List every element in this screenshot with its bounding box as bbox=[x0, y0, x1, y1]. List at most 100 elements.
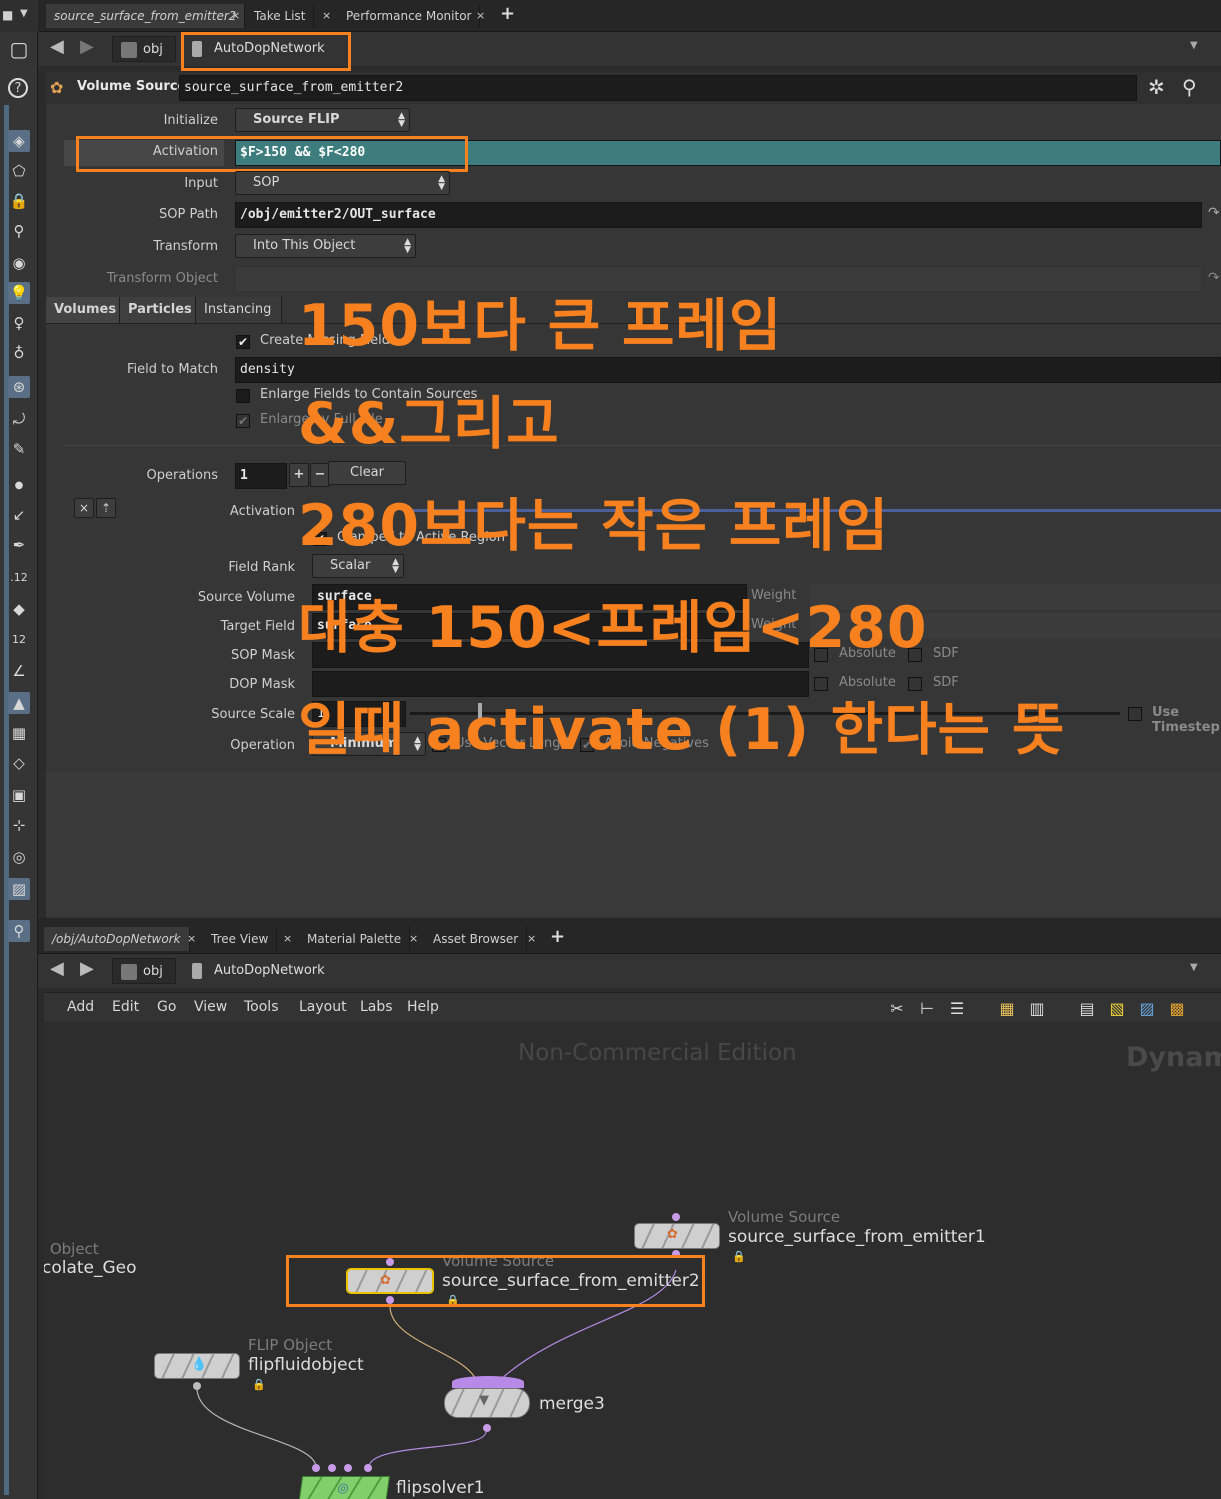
merge-input-bar[interactable] bbox=[452, 1376, 524, 1388]
close-icon[interactable]: × bbox=[283, 927, 292, 951]
input-connector[interactable] bbox=[328, 1464, 336, 1472]
tab-network[interactable]: /obj/AutoDopNetwork bbox=[44, 927, 190, 951]
tab-volumes[interactable]: Volumes bbox=[46, 297, 120, 323]
input-connector[interactable] bbox=[672, 1213, 680, 1221]
input-dropdown[interactable]: SOP ▲ ▼ bbox=[235, 171, 450, 195]
checker-icon[interactable]: ▦ bbox=[8, 722, 30, 744]
camera-icon[interactable]: ⊛ bbox=[8, 376, 30, 398]
snap-icon[interactable]: ⊹ bbox=[8, 814, 30, 836]
node-name-label[interactable]: source_surface_from_emitter1 bbox=[728, 1227, 986, 1247]
tab-performance-monitor[interactable]: Performance Monitor bbox=[338, 4, 481, 28]
paint-icon[interactable]: ✎ bbox=[8, 438, 30, 460]
network-editor[interactable]: Non-Commercial Edition Dynam : Object co… bbox=[44, 1022, 1221, 1499]
enlarge-fulltile-checkbox[interactable]: ✔ bbox=[236, 414, 250, 428]
sticky-note-icon[interactable]: ▧ bbox=[1105, 996, 1129, 1020]
menu-go[interactable]: Go bbox=[157, 993, 176, 1021]
op-chooser-icon[interactable]: ↷ bbox=[1208, 270, 1220, 286]
tree-icon[interactable]: ⊢ bbox=[915, 996, 939, 1020]
node-name-label[interactable]: flipsolver1 bbox=[396, 1478, 485, 1498]
enlarge-fields-checkbox[interactable] bbox=[236, 389, 250, 403]
path-dropdown-icon[interactable]: ▼ bbox=[1190, 40, 1198, 51]
list-icon[interactable]: ☰ bbox=[945, 996, 969, 1020]
grid-icon[interactable]: ▣ bbox=[8, 784, 30, 806]
input-connector[interactable] bbox=[344, 1464, 352, 1472]
tools-icon[interactable]: ✂ bbox=[885, 996, 909, 1020]
forward-arrow-icon[interactable]: ▶ bbox=[80, 36, 94, 57]
marker-icon[interactable]: ⚲ bbox=[8, 920, 30, 942]
rotate-icon[interactable]: ⤾ bbox=[8, 408, 30, 430]
node-name-label[interactable]: merge3 bbox=[539, 1394, 605, 1414]
op-chooser-icon[interactable]: ↷ bbox=[1208, 205, 1220, 221]
create-missing-checkbox[interactable]: ✔ bbox=[236, 335, 250, 349]
menu-tools[interactable]: Tools bbox=[244, 993, 279, 1021]
color-palette-icon[interactable]: ▦ bbox=[995, 996, 1019, 1020]
close-icon[interactable]: × bbox=[476, 4, 485, 28]
insert-instance-button[interactable]: ⇡ bbox=[96, 498, 116, 518]
menu-add[interactable]: Add bbox=[67, 993, 94, 1021]
box-icon[interactable]: ▩ bbox=[1165, 996, 1189, 1020]
close-icon[interactable]: × bbox=[231, 4, 240, 28]
menu-help[interactable]: Help bbox=[407, 993, 439, 1021]
menu-labs[interactable]: Labs bbox=[360, 993, 393, 1021]
back-arrow-icon[interactable]: ◀ bbox=[50, 36, 64, 57]
tab-asset-browser[interactable]: Asset Browser bbox=[425, 927, 528, 951]
breadcrumb-obj[interactable]: obj bbox=[112, 958, 176, 984]
light-icon[interactable]: 💡 bbox=[8, 282, 30, 304]
help-icon[interactable]: ? bbox=[8, 78, 28, 98]
brush-icon[interactable]: ↙ bbox=[8, 504, 30, 526]
network-box-icon[interactable]: ▤ bbox=[1075, 996, 1099, 1020]
lock-icon[interactable]: 🔒 bbox=[732, 1250, 746, 1263]
close-icon[interactable]: × bbox=[187, 927, 196, 951]
chevron-down-icon[interactable]: ▼ bbox=[20, 8, 28, 19]
emitter-icon[interactable]: ♁ bbox=[8, 342, 30, 364]
flip-object-node[interactable]: 💧 bbox=[154, 1353, 240, 1379]
tab-material-palette[interactable]: Material Palette bbox=[299, 927, 411, 951]
initialize-dropdown[interactable]: Source FLIP ▲ ▼ bbox=[235, 108, 410, 132]
breadcrumb-obj[interactable]: obj bbox=[112, 36, 176, 62]
circle-icon[interactable]: ◎ bbox=[8, 846, 30, 868]
angle-icon[interactable]: ∠ bbox=[8, 660, 30, 682]
use-timestep-checkbox[interactable] bbox=[1128, 707, 1142, 721]
node-name-field[interactable]: source_surface_from_emitter2 bbox=[179, 75, 1137, 101]
close-icon[interactable]: × bbox=[527, 927, 536, 951]
pin-icon[interactable]: ⚲ bbox=[8, 220, 30, 242]
bulb-icon[interactable]: ♀ bbox=[8, 312, 30, 334]
node-name-label[interactable]: flipfluidobject bbox=[248, 1355, 364, 1375]
layers-icon[interactable]: ◈ bbox=[8, 130, 30, 152]
operations-count-field[interactable]: 1 bbox=[235, 463, 287, 489]
gear-icon[interactable]: ✲ bbox=[1148, 75, 1165, 99]
output-connector[interactable] bbox=[193, 1382, 201, 1390]
number-eraser-icon[interactable]: 12 bbox=[8, 628, 30, 650]
forward-arrow-icon[interactable]: ▶ bbox=[80, 958, 94, 979]
transform-dropdown[interactable]: Into This Object ▲ ▼ bbox=[235, 234, 416, 258]
close-icon[interactable]: × bbox=[322, 4, 331, 28]
grid-view-icon[interactable]: ▥ bbox=[1025, 996, 1049, 1020]
flip-solver-node[interactable]: ◎ bbox=[297, 1476, 391, 1499]
menu-edit[interactable]: Edit bbox=[112, 993, 139, 1021]
back-arrow-icon[interactable]: ◀ bbox=[50, 958, 64, 979]
output-connector[interactable] bbox=[483, 1424, 491, 1432]
image-add-icon[interactable]: ▨ bbox=[1135, 996, 1159, 1020]
eraser-icon[interactable]: ◆ bbox=[8, 598, 30, 620]
add-tab-icon[interactable]: + bbox=[500, 3, 515, 24]
image-icon[interactable]: ▨ bbox=[8, 878, 30, 900]
input-connector[interactable] bbox=[364, 1464, 372, 1472]
tab-instancing[interactable]: Instancing bbox=[196, 297, 282, 323]
sop-path-field[interactable]: /obj/emitter2/OUT_surface bbox=[235, 202, 1202, 228]
tab-take-list[interactable]: Take List bbox=[246, 4, 315, 28]
menu-layout[interactable]: Layout bbox=[299, 993, 347, 1021]
add-tab-icon[interactable]: + bbox=[550, 926, 565, 947]
diamond-icon[interactable]: ◇ bbox=[8, 752, 30, 774]
plane-icon[interactable]: ▲ bbox=[8, 692, 30, 714]
search-icon[interactable]: ⚲ bbox=[1182, 75, 1197, 99]
merge-node[interactable]: ▼ bbox=[444, 1388, 530, 1418]
remove-instance-button[interactable]: × bbox=[74, 498, 94, 518]
close-icon[interactable]: × bbox=[409, 927, 418, 951]
globe-icon[interactable]: ◉ bbox=[8, 252, 30, 274]
pen-icon[interactable]: ✒ bbox=[8, 534, 30, 556]
lock-icon[interactable]: 🔒 bbox=[252, 1378, 266, 1391]
path-dropdown-icon[interactable]: ▼ bbox=[1190, 962, 1198, 973]
number-icon[interactable]: .12 bbox=[8, 566, 30, 588]
menu-square-icon[interactable]: ■ bbox=[2, 8, 13, 22]
viewport-icon[interactable]: ▢ bbox=[8, 37, 30, 61]
